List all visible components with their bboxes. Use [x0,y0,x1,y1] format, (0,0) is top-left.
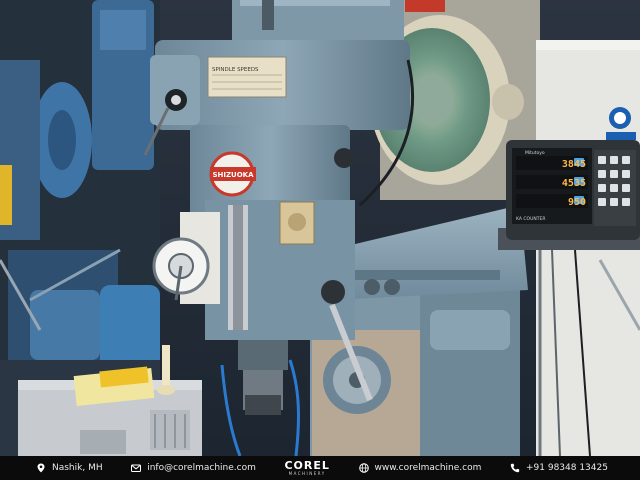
dro-readout-z: 950 [568,197,586,208]
footer-location-text: Nashik, MH [52,463,103,473]
corel-logo: COREL MACHINERY [284,460,329,476]
phone-icon [510,463,520,473]
milling-machine-illustration: SPINDLE SPEEDS SHIZUOKA Mitutoyo 3845 45… [0,0,640,456]
corel-brand-name: COREL [284,459,330,472]
location-pin-icon [37,463,45,473]
shizuoka-badge-text: SHIZUOKA [212,171,254,179]
footer-email[interactable]: info@corelmachine.com [131,463,256,473]
dro-readout-x: 3845 [562,159,586,170]
dro-model: KA COUNTER [516,216,545,222]
contact-footer: Nashik, MH info@corelmachine.com COREL M… [0,456,640,480]
machine-photo: SPINDLE SPEEDS SHIZUOKA Mitutoyo 3845 45… [0,0,640,456]
footer-phone-text[interactable]: +91 98348 13425 [526,463,608,473]
footer-website-text[interactable]: www.corelmachine.com [375,463,482,473]
corel-brand-sub: MACHINERY [288,471,326,476]
dro-readout-y: 4535 [562,178,586,189]
footer-website[interactable]: www.corelmachine.com [358,463,482,473]
footer-location: Nashik, MH [36,463,103,473]
footer-email-text[interactable]: info@corelmachine.com [147,463,256,473]
footer-phone[interactable]: +91 98348 13425 [510,463,608,473]
dro-brand: Mitutoyo [525,150,545,156]
email-icon [131,464,142,472]
spindle-plate-title: SPINDLE SPEEDS [212,67,259,73]
globe-icon [358,463,369,473]
